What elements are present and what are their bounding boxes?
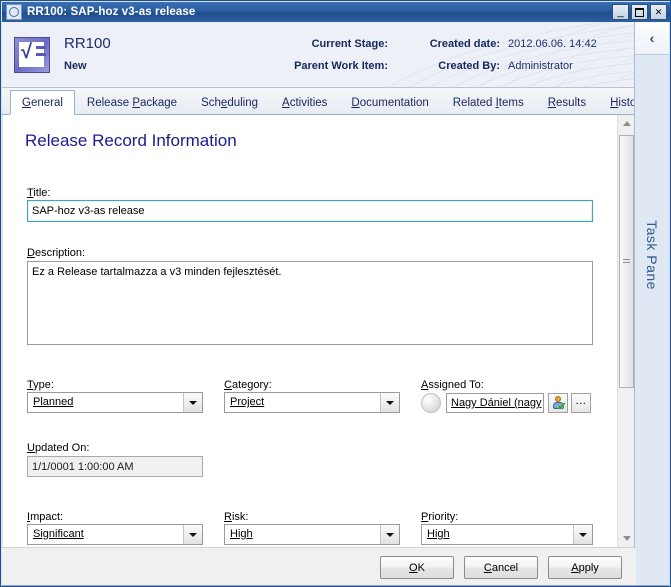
assigned-to-input[interactable]: Nagy Dániel (nagy: [446, 393, 544, 413]
risk-label: Risk:: [224, 511, 249, 523]
header-stage-column: Current Stage: Parent Work Item:: [184, 22, 394, 87]
priority-combobox[interactable]: High: [421, 524, 593, 545]
page-title: Release Record Information: [25, 131, 237, 150]
type-value: Planned: [33, 396, 74, 408]
triangle-up-icon: [622, 121, 631, 126]
window-controls: _ ✕: [612, 4, 667, 20]
tab-related-items[interactable]: Related Items: [441, 90, 536, 114]
category-combobox[interactable]: Project: [224, 392, 400, 413]
task-pane-label: Task Pane: [644, 220, 660, 290]
maximize-icon: [632, 5, 647, 19]
parent-work-item-label: Parent Work Item:: [294, 59, 388, 72]
current-stage-label: Current Stage:: [311, 37, 388, 50]
priority-value: High: [427, 528, 450, 540]
ellipsis-icon: ...: [575, 394, 587, 407]
type-label: Type:: [27, 379, 54, 391]
minimize-button[interactable]: _: [612, 4, 629, 20]
close-button[interactable]: ✕: [650, 4, 667, 20]
maximize-button[interactable]: [631, 4, 648, 20]
select-user-button[interactable]: ✔: [548, 393, 568, 413]
risk-value: High: [230, 528, 253, 540]
form-vertical-scrollbar[interactable]: [617, 115, 635, 547]
browse-user-button[interactable]: ...: [571, 393, 591, 413]
scroll-down-button[interactable]: [618, 530, 635, 547]
header-identity-column: RR100 New: [64, 22, 184, 87]
impact-label: Impact:: [27, 511, 64, 523]
category-label: Category:: [224, 379, 272, 391]
task-pane-collapse-button[interactable]: ‹: [635, 22, 669, 55]
avatar: [421, 393, 441, 413]
release-record-window: RR100: SAP-hoz v3-as release _ ✕ √ RR100…: [0, 0, 671, 587]
chevron-down-icon[interactable]: [380, 525, 399, 544]
chevron-down-icon[interactable]: [573, 525, 592, 544]
scrollbar-grip-icon: [623, 258, 630, 265]
tab-content-general: Release Record Information Title: Descri…: [2, 115, 636, 547]
header-record-id: RR100: [64, 35, 111, 52]
window-app-icon: [6, 4, 22, 20]
triangle-down-icon: [622, 536, 631, 541]
title-input[interactable]: [27, 200, 593, 222]
chevron-down-icon[interactable]: [380, 393, 399, 412]
description-textarea[interactable]: [27, 261, 593, 345]
person-check-icon: ✔: [552, 396, 567, 413]
cancel-button[interactable]: Cancel: [464, 556, 538, 579]
header-record-state: New: [64, 59, 87, 72]
category-value: Project: [230, 396, 265, 408]
created-by-label: Created By:: [438, 59, 500, 72]
tab-activities[interactable]: Activities: [270, 90, 339, 114]
tab-general-label-rest: eneral: [30, 97, 63, 109]
chevron-down-icon[interactable]: [183, 393, 202, 412]
tab-general[interactable]: General: [10, 90, 75, 115]
task-pane: ‹ Task Pane: [634, 22, 669, 585]
description-label: Description:: [27, 247, 86, 259]
dialog-footer: OK Cancel Apply: [2, 547, 636, 586]
priority-label: Priority:: [421, 511, 459, 523]
window-bottom-edge: [2, 585, 669, 586]
created-date-label: Created date:: [429, 37, 500, 50]
title-label: Title:: [27, 187, 51, 199]
tab-strip: General Release Package Scheduling Activ…: [2, 88, 646, 115]
scroll-up-button[interactable]: [618, 115, 635, 132]
apply-button[interactable]: Apply: [548, 556, 622, 579]
release-record-icon: [14, 36, 50, 73]
updated-on-input: [27, 456, 203, 477]
tab-documentation[interactable]: Documentation: [339, 90, 440, 114]
window-titlebar: RR100: SAP-hoz v3-as release _ ✕: [2, 2, 670, 22]
scrollbar-thumb[interactable]: [619, 135, 634, 388]
updated-on-label: Updated On:: [27, 442, 90, 454]
form-scroll-pane: Release Record Information Title: Descri…: [2, 115, 615, 547]
created-date-value: 2012.06.06. 14:42: [508, 37, 597, 50]
ok-button[interactable]: OK: [380, 556, 454, 579]
header-created-column: Created date: 2012.06.06. 14:42 Created …: [398, 22, 597, 87]
record-header: RR100 New Current Stage: Parent Work Ite…: [2, 22, 636, 88]
assigned-to-label: Assigned To:: [421, 379, 484, 391]
type-combobox[interactable]: Planned: [27, 392, 203, 413]
chevron-left-icon: ‹: [649, 30, 655, 46]
minimize-icon: _: [617, 6, 624, 18]
tab-scheduling[interactable]: Scheduling: [189, 90, 270, 114]
tab-results[interactable]: Results: [536, 90, 598, 114]
chevron-down-icon[interactable]: [183, 525, 202, 544]
record-icon-bar-top: [36, 45, 46, 49]
record-icon-bar-bottom: [36, 52, 46, 56]
risk-combobox[interactable]: High: [224, 524, 400, 545]
impact-combobox[interactable]: Significant: [27, 524, 203, 545]
window-title: RR100: SAP-hoz v3-as release: [27, 6, 196, 18]
tab-release-package[interactable]: Release Package: [75, 90, 189, 114]
impact-value: Significant: [33, 528, 84, 540]
created-by-value: Administrator: [508, 59, 573, 72]
close-icon: ✕: [654, 6, 663, 17]
